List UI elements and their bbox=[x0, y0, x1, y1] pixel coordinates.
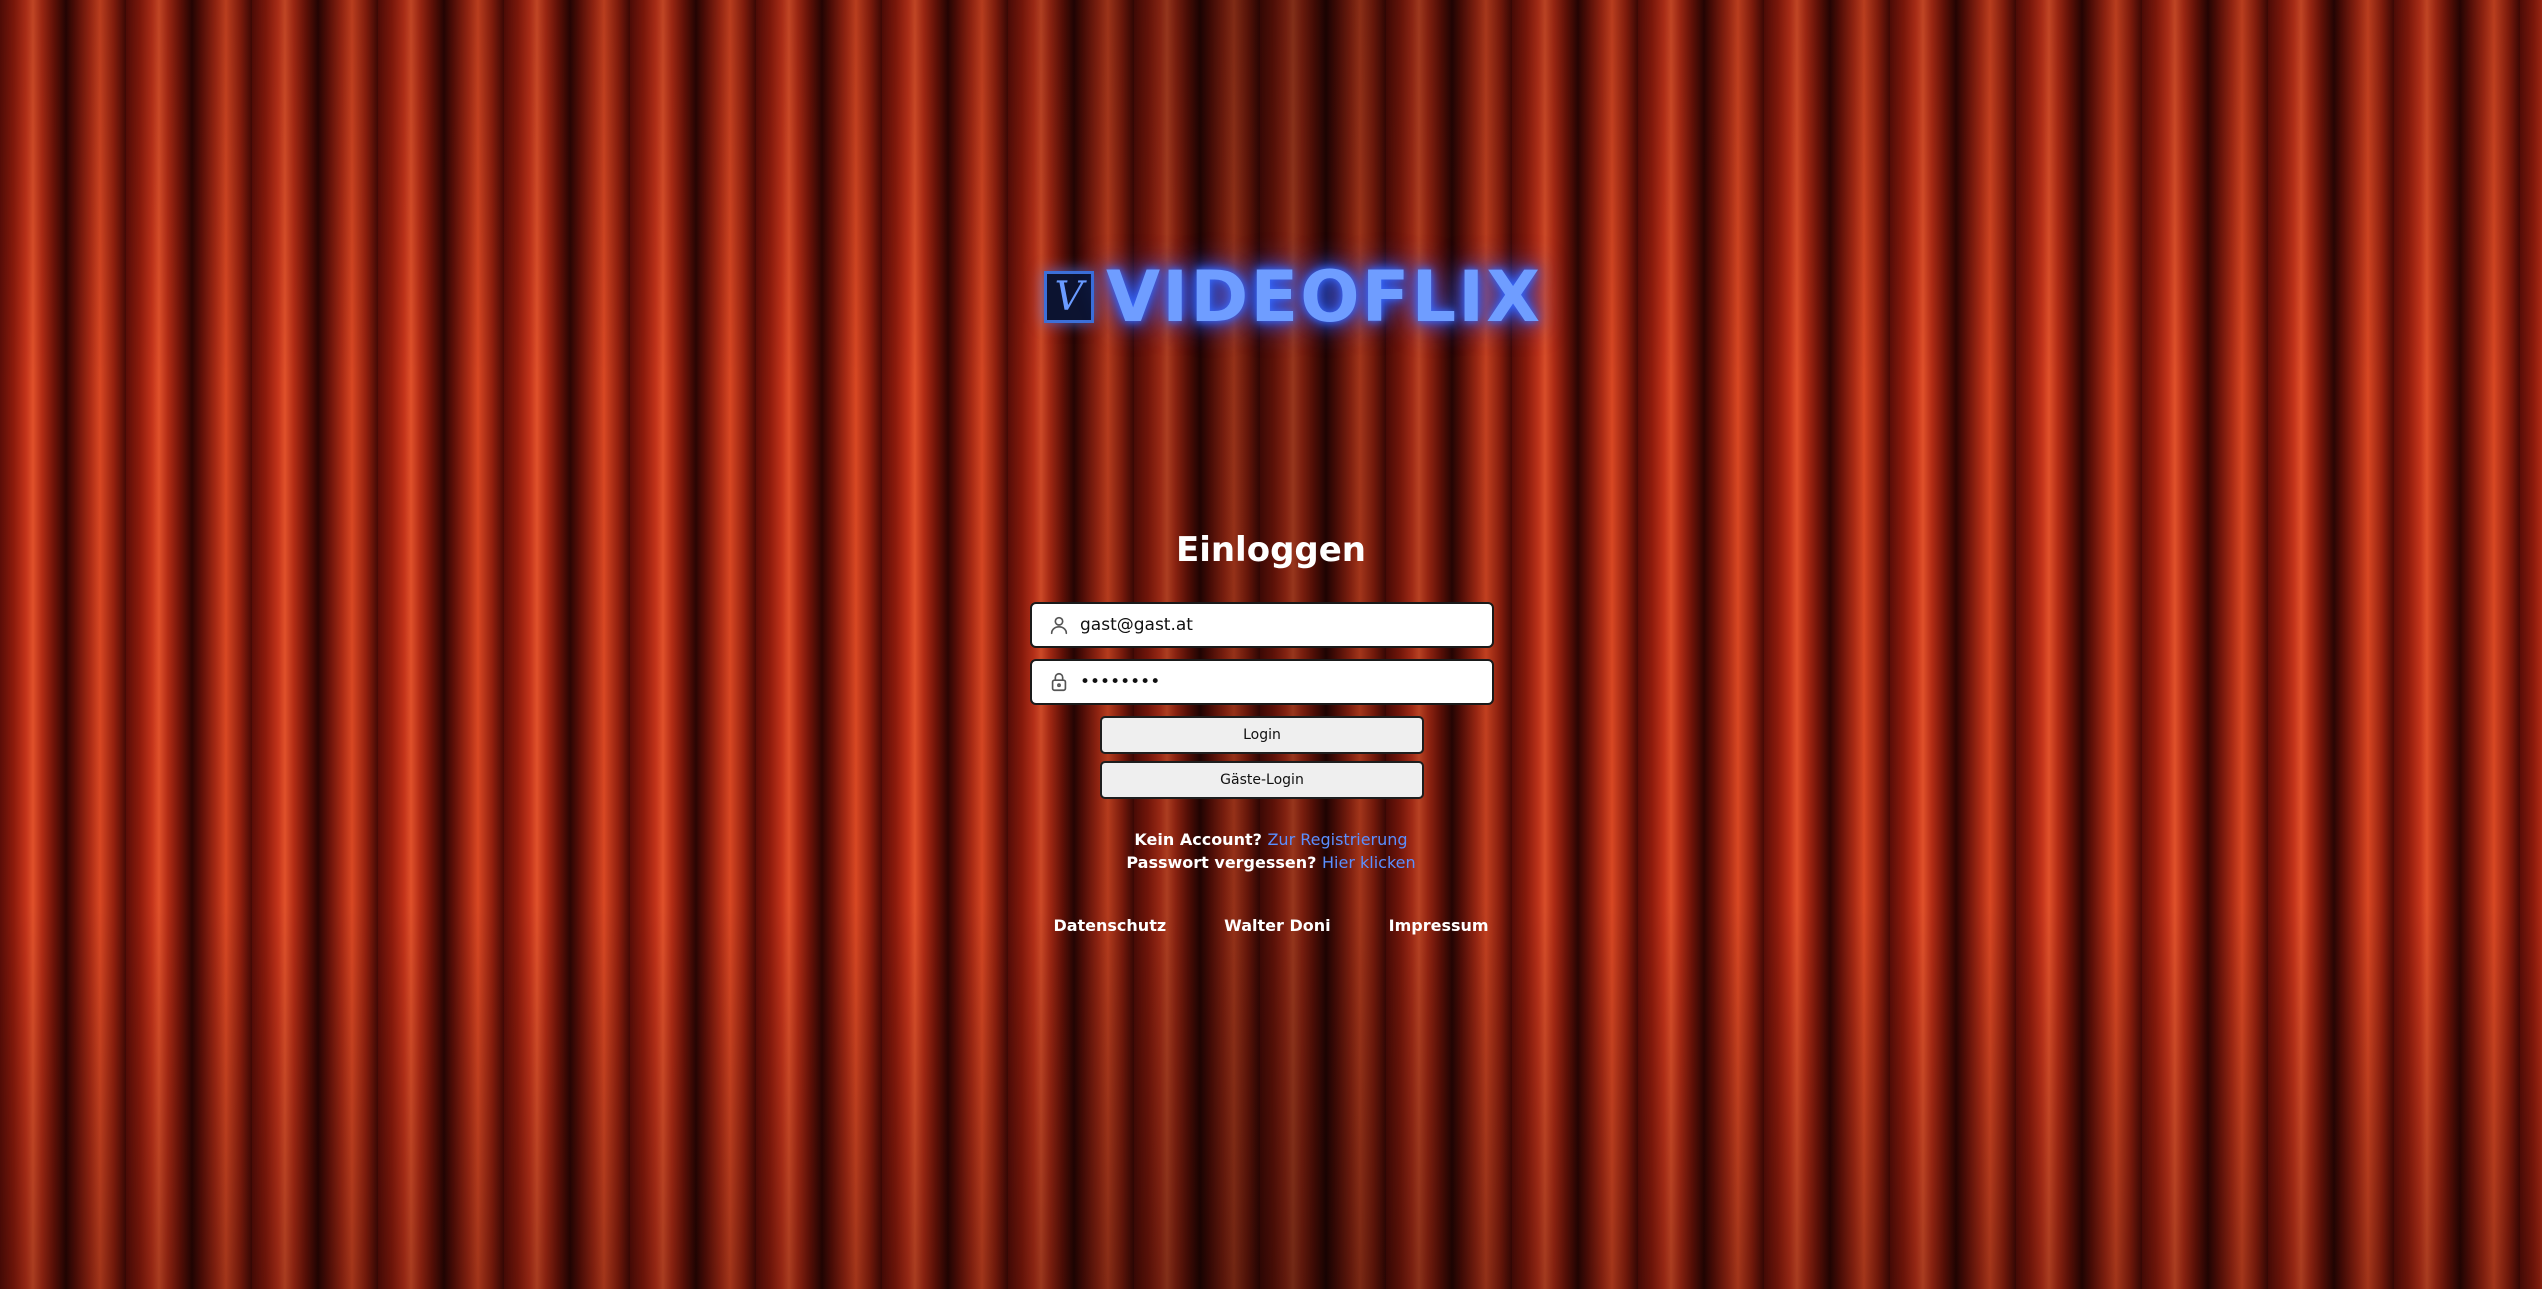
app-logo: V VIDEOFLIX bbox=[1044, 262, 1542, 332]
privacy-link[interactable]: Datenschutz bbox=[1053, 916, 1166, 935]
user-icon bbox=[1050, 616, 1068, 635]
logo-mark: V bbox=[1044, 271, 1094, 323]
imprint-link[interactable]: Impressum bbox=[1389, 916, 1489, 935]
login-button[interactable]: Login bbox=[1100, 716, 1424, 754]
guest-login-button[interactable]: Gäste-Login bbox=[1100, 761, 1424, 799]
author-link[interactable]: Walter Doni bbox=[1224, 916, 1330, 935]
forgot-password-link[interactable]: Hier klicken bbox=[1322, 853, 1416, 872]
logo-text: VIDEOFLIX bbox=[1106, 256, 1543, 338]
forgot-password-prompt: Passwort vergessen? Hier klicken bbox=[0, 853, 2542, 872]
password-field[interactable] bbox=[1030, 659, 1494, 705]
password-input[interactable] bbox=[1080, 672, 1460, 692]
email-field[interactable] bbox=[1030, 602, 1494, 648]
footer: Datenschutz Walter Doni Impressum bbox=[0, 916, 2542, 935]
lock-icon bbox=[1051, 672, 1067, 692]
page-title: Einloggen bbox=[1175, 530, 1367, 570]
no-account-text: Kein Account? bbox=[1134, 830, 1262, 849]
email-input[interactable] bbox=[1080, 615, 1460, 635]
register-prompt: Kein Account? Zur Registrierung bbox=[0, 830, 2542, 849]
register-link[interactable]: Zur Registrierung bbox=[1267, 830, 1407, 849]
forgot-password-text: Passwort vergessen? bbox=[1126, 853, 1317, 872]
